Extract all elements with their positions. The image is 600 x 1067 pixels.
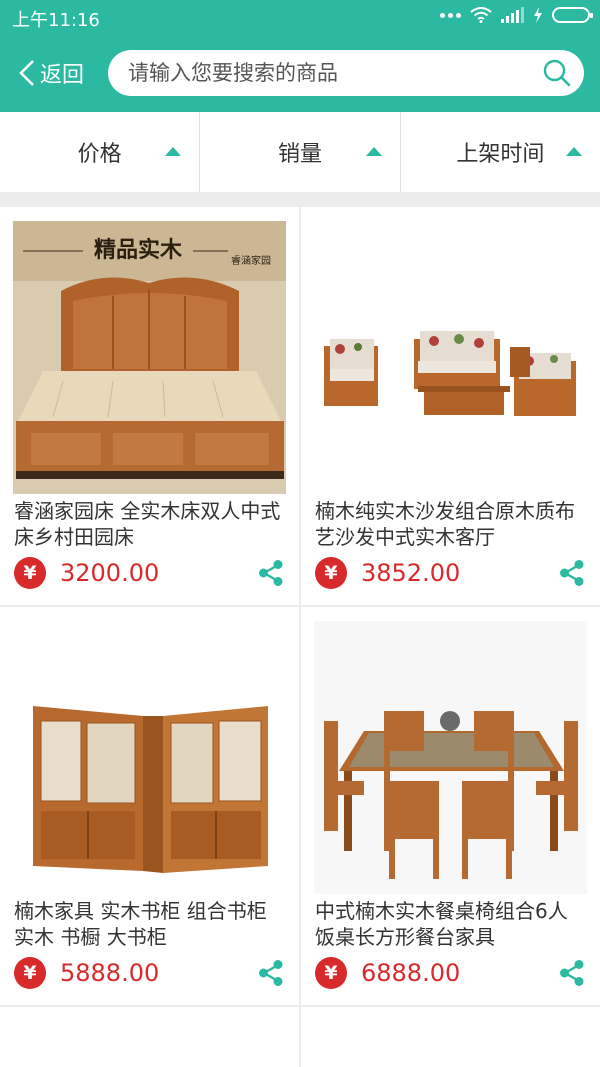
product-card[interactable]	[0, 1007, 299, 1067]
sort-bar: 价格 销量 上架时间	[0, 112, 600, 192]
product-image-dining-set	[314, 621, 587, 894]
product-card[interactable]: 楠木家具 实木书柜 组合书柜 实木 书橱 大书柜 ¥ 5888.00	[0, 607, 299, 1005]
share-icon[interactable]	[558, 959, 586, 987]
product-card[interactable]: 楠木纯实木沙发组合原木质布艺沙发中式实木客厅 ¥ 3852.00	[301, 207, 600, 605]
product-grid: 精品实木 睿涵家园 睿涵家园床 全实木床双人中式床乡村田园床 ¥ 3200.00	[0, 207, 600, 1067]
yen-icon: ¥	[14, 957, 46, 989]
image-banner-text: 精品实木	[94, 237, 183, 263]
sort-up-icon	[365, 147, 382, 156]
product-title: 中式楠木实木餐桌椅组合6人饭桌长方形餐台家具	[315, 899, 568, 949]
search-icon[interactable]	[542, 58, 572, 88]
sort-tab-price[interactable]: 价格	[0, 112, 201, 192]
sort-up-icon	[165, 147, 182, 156]
price-row: ¥ 6888.00	[315, 957, 460, 989]
share-icon[interactable]	[257, 959, 285, 987]
product-image-partial	[13, 1051, 286, 1067]
header-bar: 返回	[0, 36, 600, 112]
sort-tab-label: 销量	[277, 142, 322, 167]
sort-tab-sales[interactable]: 销量	[200, 112, 401, 192]
product-title: 楠木家具 实木书柜 组合书柜 实木 书橱 大书柜	[14, 899, 267, 949]
product-card[interactable]: 中式楠木实木餐桌椅组合6人饭桌长方形餐台家具 ¥ 6888.00	[301, 607, 600, 1005]
yen-icon: ¥	[315, 557, 347, 589]
signal-icon	[501, 7, 524, 23]
status-icons	[440, 7, 593, 23]
back-button[interactable]: 返回	[18, 56, 84, 90]
yen-icon: ¥	[14, 557, 46, 589]
product-title: 睿涵家园床 全实木床双人中式床乡村田园床	[14, 499, 281, 549]
back-label: 返回	[40, 63, 85, 88]
product-price: 3200.00	[60, 559, 160, 587]
search-input[interactable]	[108, 61, 508, 85]
share-icon[interactable]	[257, 559, 285, 587]
wifi-icon	[470, 7, 492, 23]
sort-tab-label: 上架时间	[456, 142, 545, 167]
sort-up-icon	[565, 147, 582, 156]
product-image-bed: 精品实木 睿涵家园	[13, 221, 286, 494]
price-row: ¥ 3852.00	[315, 557, 460, 589]
sort-tab-listing-time[interactable]: 上架时间	[401, 112, 600, 192]
chevron-left-icon	[19, 60, 34, 86]
product-image-bookcase	[13, 621, 286, 894]
sort-tab-label: 价格	[77, 142, 122, 167]
image-brand-text: 睿涵家园	[231, 254, 271, 267]
product-card[interactable]	[301, 1007, 600, 1067]
charging-icon	[534, 7, 542, 23]
more-dots-icon	[440, 12, 461, 18]
product-price: 6888.00	[361, 959, 461, 987]
battery-icon	[552, 7, 593, 23]
product-price: 3852.00	[361, 559, 461, 587]
product-card[interactable]: 精品实木 睿涵家园 睿涵家园床 全实木床双人中式床乡村田园床 ¥ 3200.00	[0, 207, 299, 605]
price-row: ¥ 3200.00	[14, 557, 159, 589]
product-title: 楠木纯实木沙发组合原木质布艺沙发中式实木客厅	[315, 499, 575, 549]
product-price: 5888.00	[60, 959, 160, 987]
status-time: 上午11:16	[12, 10, 100, 31]
share-icon[interactable]	[558, 559, 586, 587]
yen-icon: ¥	[315, 957, 347, 989]
product-image-sofa	[314, 221, 587, 494]
price-row: ¥ 5888.00	[14, 957, 159, 989]
status-bar: 上午11:16	[0, 0, 600, 36]
search-box[interactable]	[108, 50, 584, 96]
